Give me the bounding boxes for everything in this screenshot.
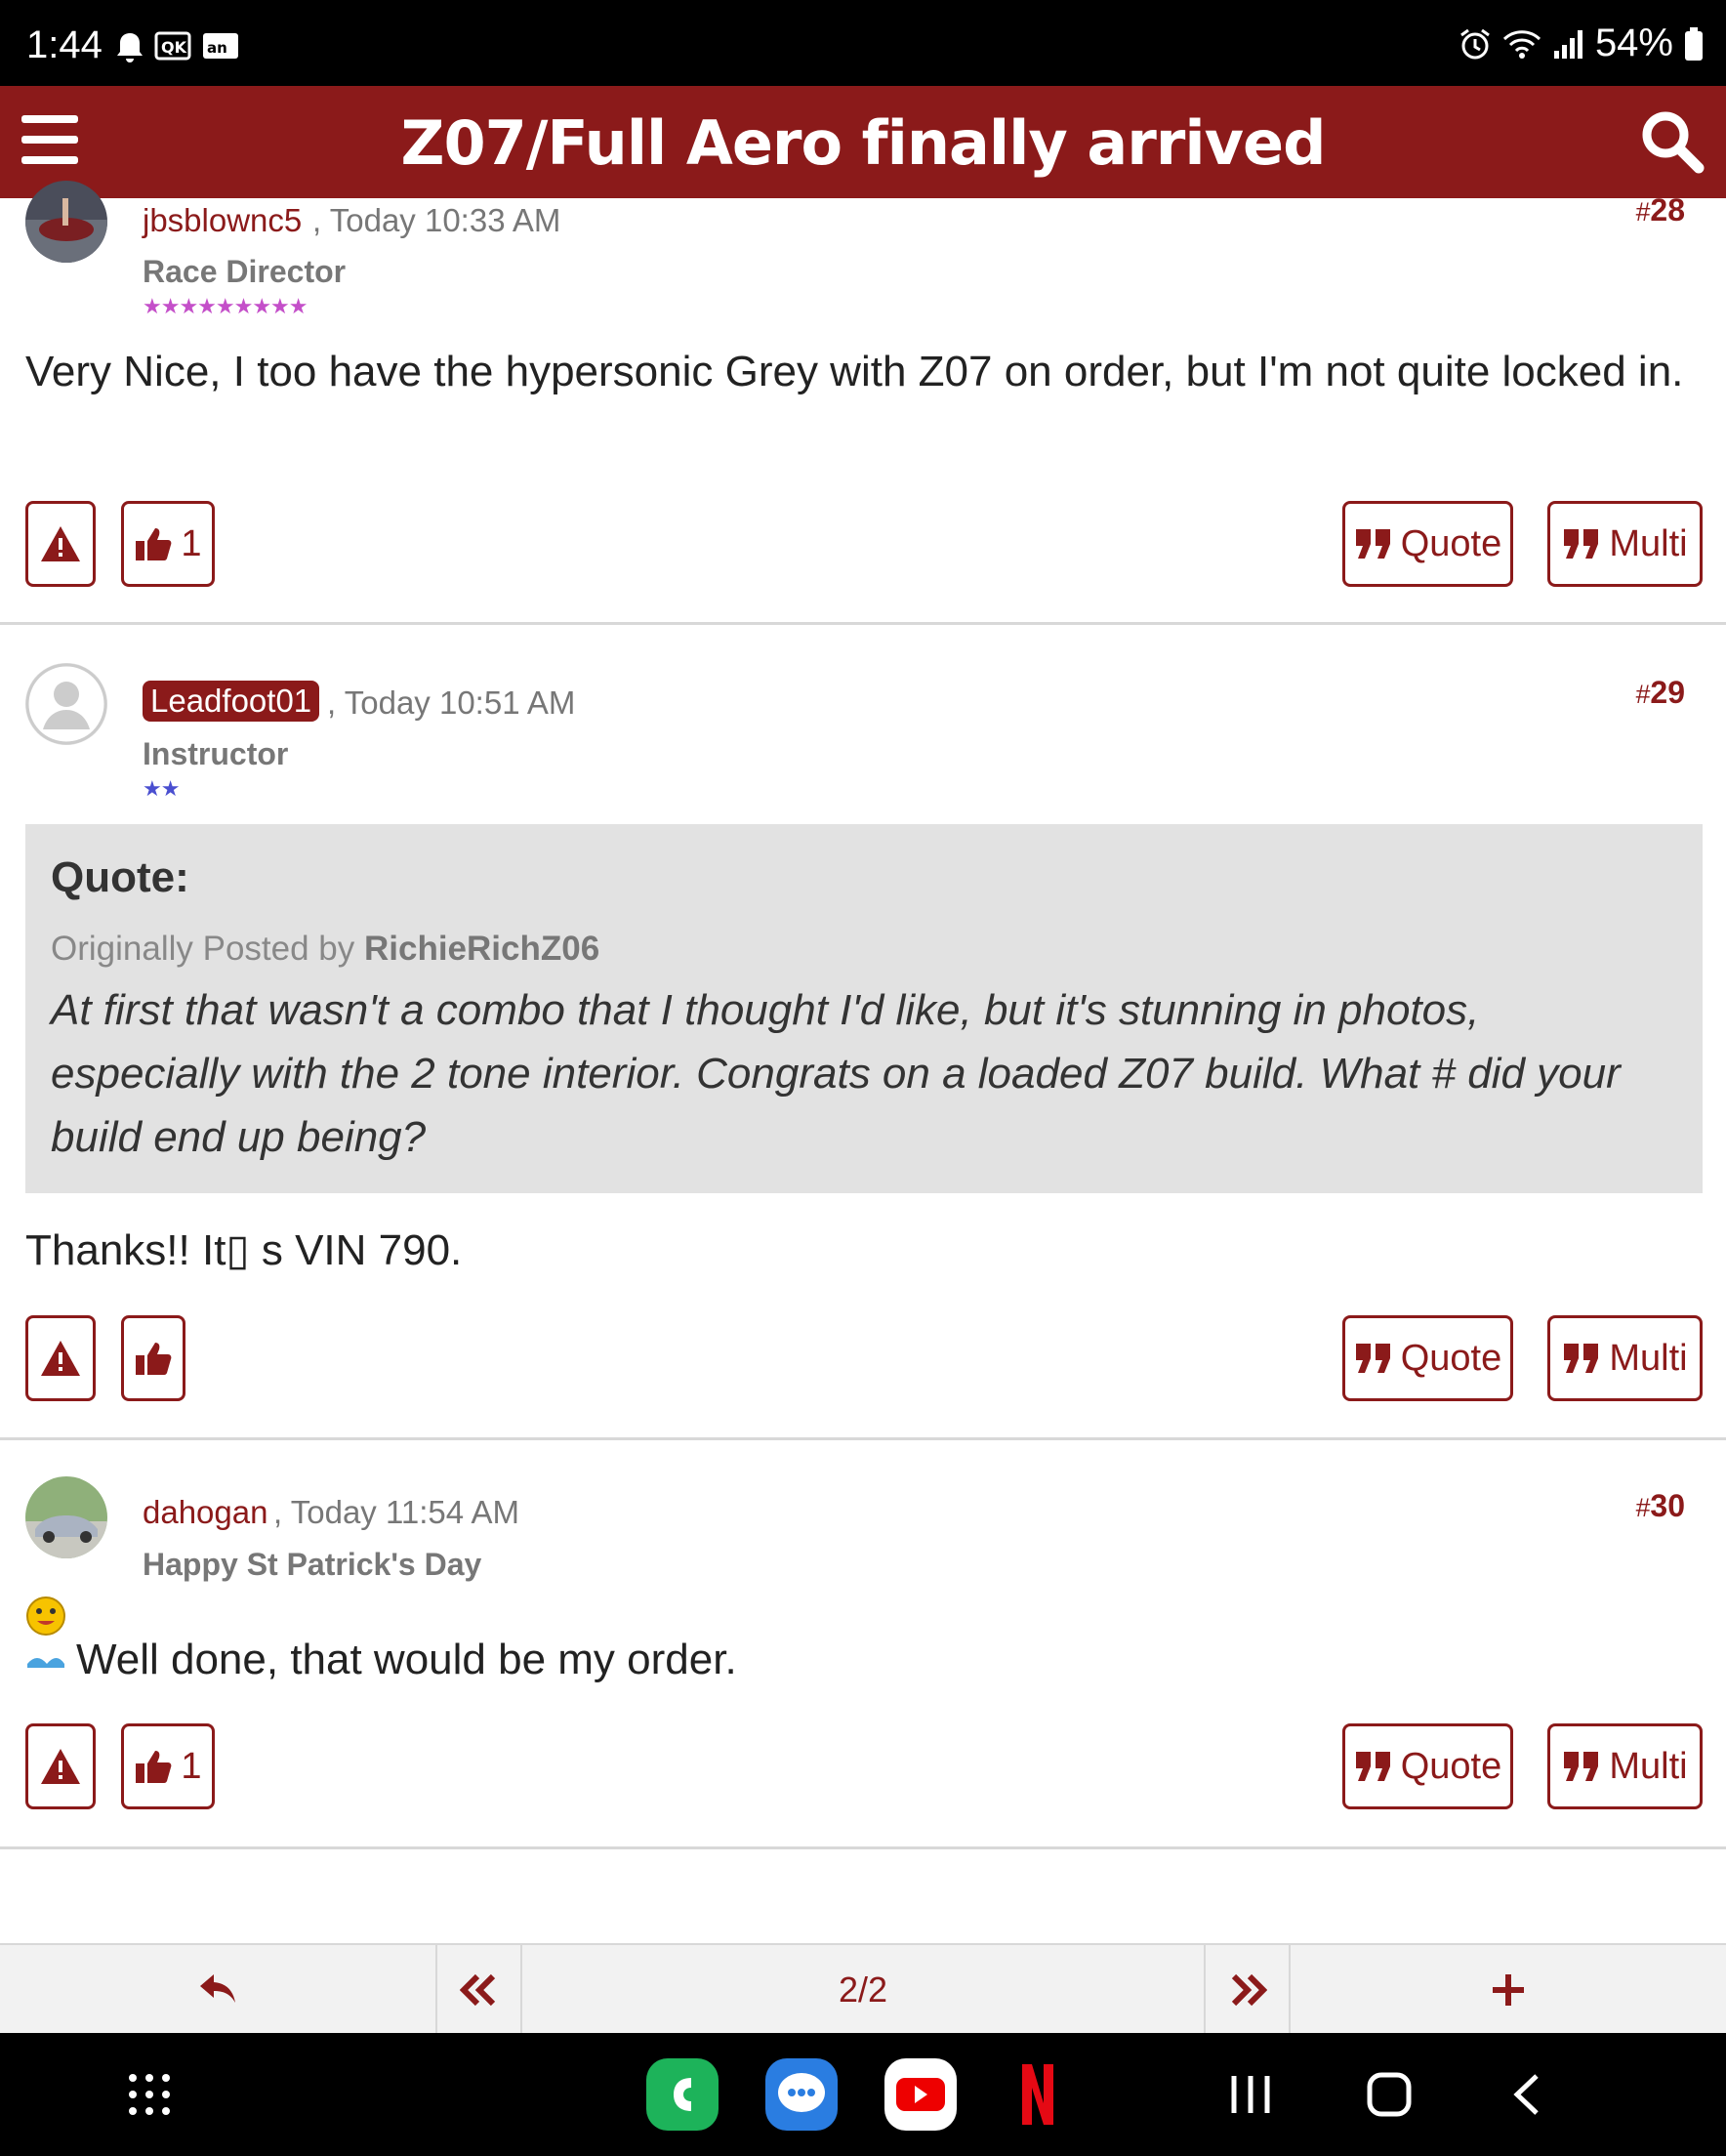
bell-icon <box>117 33 143 62</box>
battery-icon <box>1685 26 1703 61</box>
avatar[interactable] <box>25 663 107 745</box>
like-button[interactable] <box>121 1315 185 1401</box>
warning-icon <box>41 1749 80 1784</box>
report-button[interactable] <box>25 501 96 587</box>
post-body: Very Nice, I too have the hypersonic Gre… <box>25 348 1684 395</box>
double-chevron-left-icon <box>459 1973 495 2007</box>
post-number[interactable]: #29 <box>1636 675 1685 711</box>
app-notification-icon-2: an <box>203 33 238 59</box>
warning-icon <box>41 1341 80 1376</box>
post-body: Well done, that would be my order. <box>76 1636 737 1683</box>
like-button[interactable]: 1 <box>121 1723 215 1809</box>
post-28: jbsblownc5 , Today 10:33 AM #28 Race Dir… <box>0 181 1726 625</box>
double-chevron-right-icon <box>1231 1973 1267 2007</box>
post-29: Leadfoot01 , Today 10:51 AM #29 Instruct… <box>0 622 1726 1440</box>
post-30: dahogan , Today 11:54 AM #30 Happy St Pa… <box>0 1437 1726 1849</box>
post-number[interactable]: #30 <box>1636 1488 1685 1524</box>
svg-text:QK: QK <box>161 38 187 57</box>
reply-icon <box>200 1974 235 2003</box>
report-button[interactable] <box>25 1723 96 1809</box>
post-time: , Today 11:54 AM <box>273 1494 519 1530</box>
like-button[interactable]: 1 <box>121 501 215 587</box>
multi-quote-button[interactable]: Multi <box>1547 1315 1703 1401</box>
like-count: 1 <box>181 522 202 564</box>
battery-percent: 54% <box>1594 21 1673 64</box>
post-username[interactable]: Leadfoot01 <box>143 681 320 722</box>
warning-icon <box>41 526 80 561</box>
post-time: , Today 10:51 AM <box>327 684 576 721</box>
phone-app-icon[interactable] <box>646 2058 719 2131</box>
user-rank: Instructor <box>143 736 289 771</box>
app-notification-icon: QK <box>154 31 191 61</box>
quote-block: Quote: Originally Posted by RichieRichZ0… <box>25 824 1703 1193</box>
multi-quote-button[interactable]: Multi <box>1547 501 1703 587</box>
status-bar: 1:44 QK an 54% <box>0 0 1726 86</box>
avatar[interactable] <box>25 181 107 263</box>
quote-button[interactable]: Quote <box>1342 501 1513 587</box>
first-page-button[interactable] <box>437 1945 522 2035</box>
quote-icon <box>1355 1752 1390 1781</box>
multi-quote-button[interactable]: Multi <box>1547 1723 1703 1809</box>
clock: 1:44 <box>26 23 103 66</box>
quote-icon <box>1355 1344 1390 1373</box>
app-drawer-icon[interactable] <box>127 2072 172 2117</box>
quoted-username[interactable]: RichieRichZ06 <box>364 930 599 968</box>
system-status: 54% <box>1459 21 1705 65</box>
home-icon[interactable] <box>1367 2072 1412 2117</box>
thumbs-up-icon <box>136 1343 172 1375</box>
rank-stars: ★★ <box>143 776 180 801</box>
alarm-icon <box>1460 28 1490 59</box>
reply-button[interactable] <box>0 1945 437 2035</box>
quote-icon <box>1564 1344 1599 1373</box>
quote-icon <box>1564 1752 1599 1781</box>
wifi-icon <box>1502 29 1541 59</box>
add-button[interactable] <box>1291 1945 1726 2035</box>
quote-attribution: Originally Posted by RichieRichZ06 <box>51 930 600 968</box>
messages-app-icon[interactable] <box>765 2058 838 2131</box>
rank-stars: ★★★★★★★★★ <box>143 294 308 318</box>
thread-navigation: 2/2 <box>0 1943 1726 2035</box>
signal-icon <box>1553 29 1582 59</box>
quote-icon <box>1355 529 1390 559</box>
plus-icon <box>1493 1974 1524 2006</box>
page-title: Z07/Full Aero finally arrived <box>400 107 1327 179</box>
quote-button[interactable]: Quote <box>1342 1315 1513 1401</box>
avatar[interactable] <box>25 1476 107 1558</box>
notification-icons: QK an <box>115 31 240 64</box>
user-rank: Race Director <box>143 254 347 289</box>
system-navigation-bar <box>0 2033 1726 2156</box>
quote-text: At first that wasn't a combo that I thou… <box>51 986 1621 1161</box>
netflix-app-icon[interactable] <box>1018 2062 1057 2127</box>
back-icon[interactable] <box>1509 2072 1544 2117</box>
post-time: , Today 10:33 AM <box>312 202 561 238</box>
app-bar: Z07/Full Aero finally arrived <box>0 86 1726 198</box>
emoji-icon <box>26 1596 65 1636</box>
like-count: 1 <box>181 1745 202 1787</box>
post-username[interactable]: jbsblownc5 <box>143 202 302 239</box>
user-rank: Happy St Patrick's Day <box>143 1547 482 1582</box>
quote-icon <box>1564 529 1599 559</box>
youtube-app-icon[interactable] <box>884 2058 957 2131</box>
thumbs-up-icon <box>136 528 172 560</box>
post-username[interactable]: dahogan <box>143 1494 267 1531</box>
post-body: Thanks!! It▯ s VIN 790. <box>25 1226 463 1274</box>
search-button[interactable] <box>1638 107 1706 176</box>
report-button[interactable] <box>25 1315 96 1401</box>
page-indicator[interactable]: 2/2 <box>522 1945 1206 2035</box>
svg-text:an: an <box>207 39 227 57</box>
thumbs-up-icon <box>136 1751 172 1783</box>
last-page-button[interactable] <box>1206 1945 1291 2035</box>
post-number[interactable]: #28 <box>1636 192 1685 228</box>
quote-button[interactable]: Quote <box>1342 1723 1513 1809</box>
search-icon <box>1642 111 1705 174</box>
quote-label: Quote: <box>51 853 189 901</box>
recent-apps-icon[interactable] <box>1228 2074 1273 2115</box>
splash-icon <box>27 1658 64 1668</box>
